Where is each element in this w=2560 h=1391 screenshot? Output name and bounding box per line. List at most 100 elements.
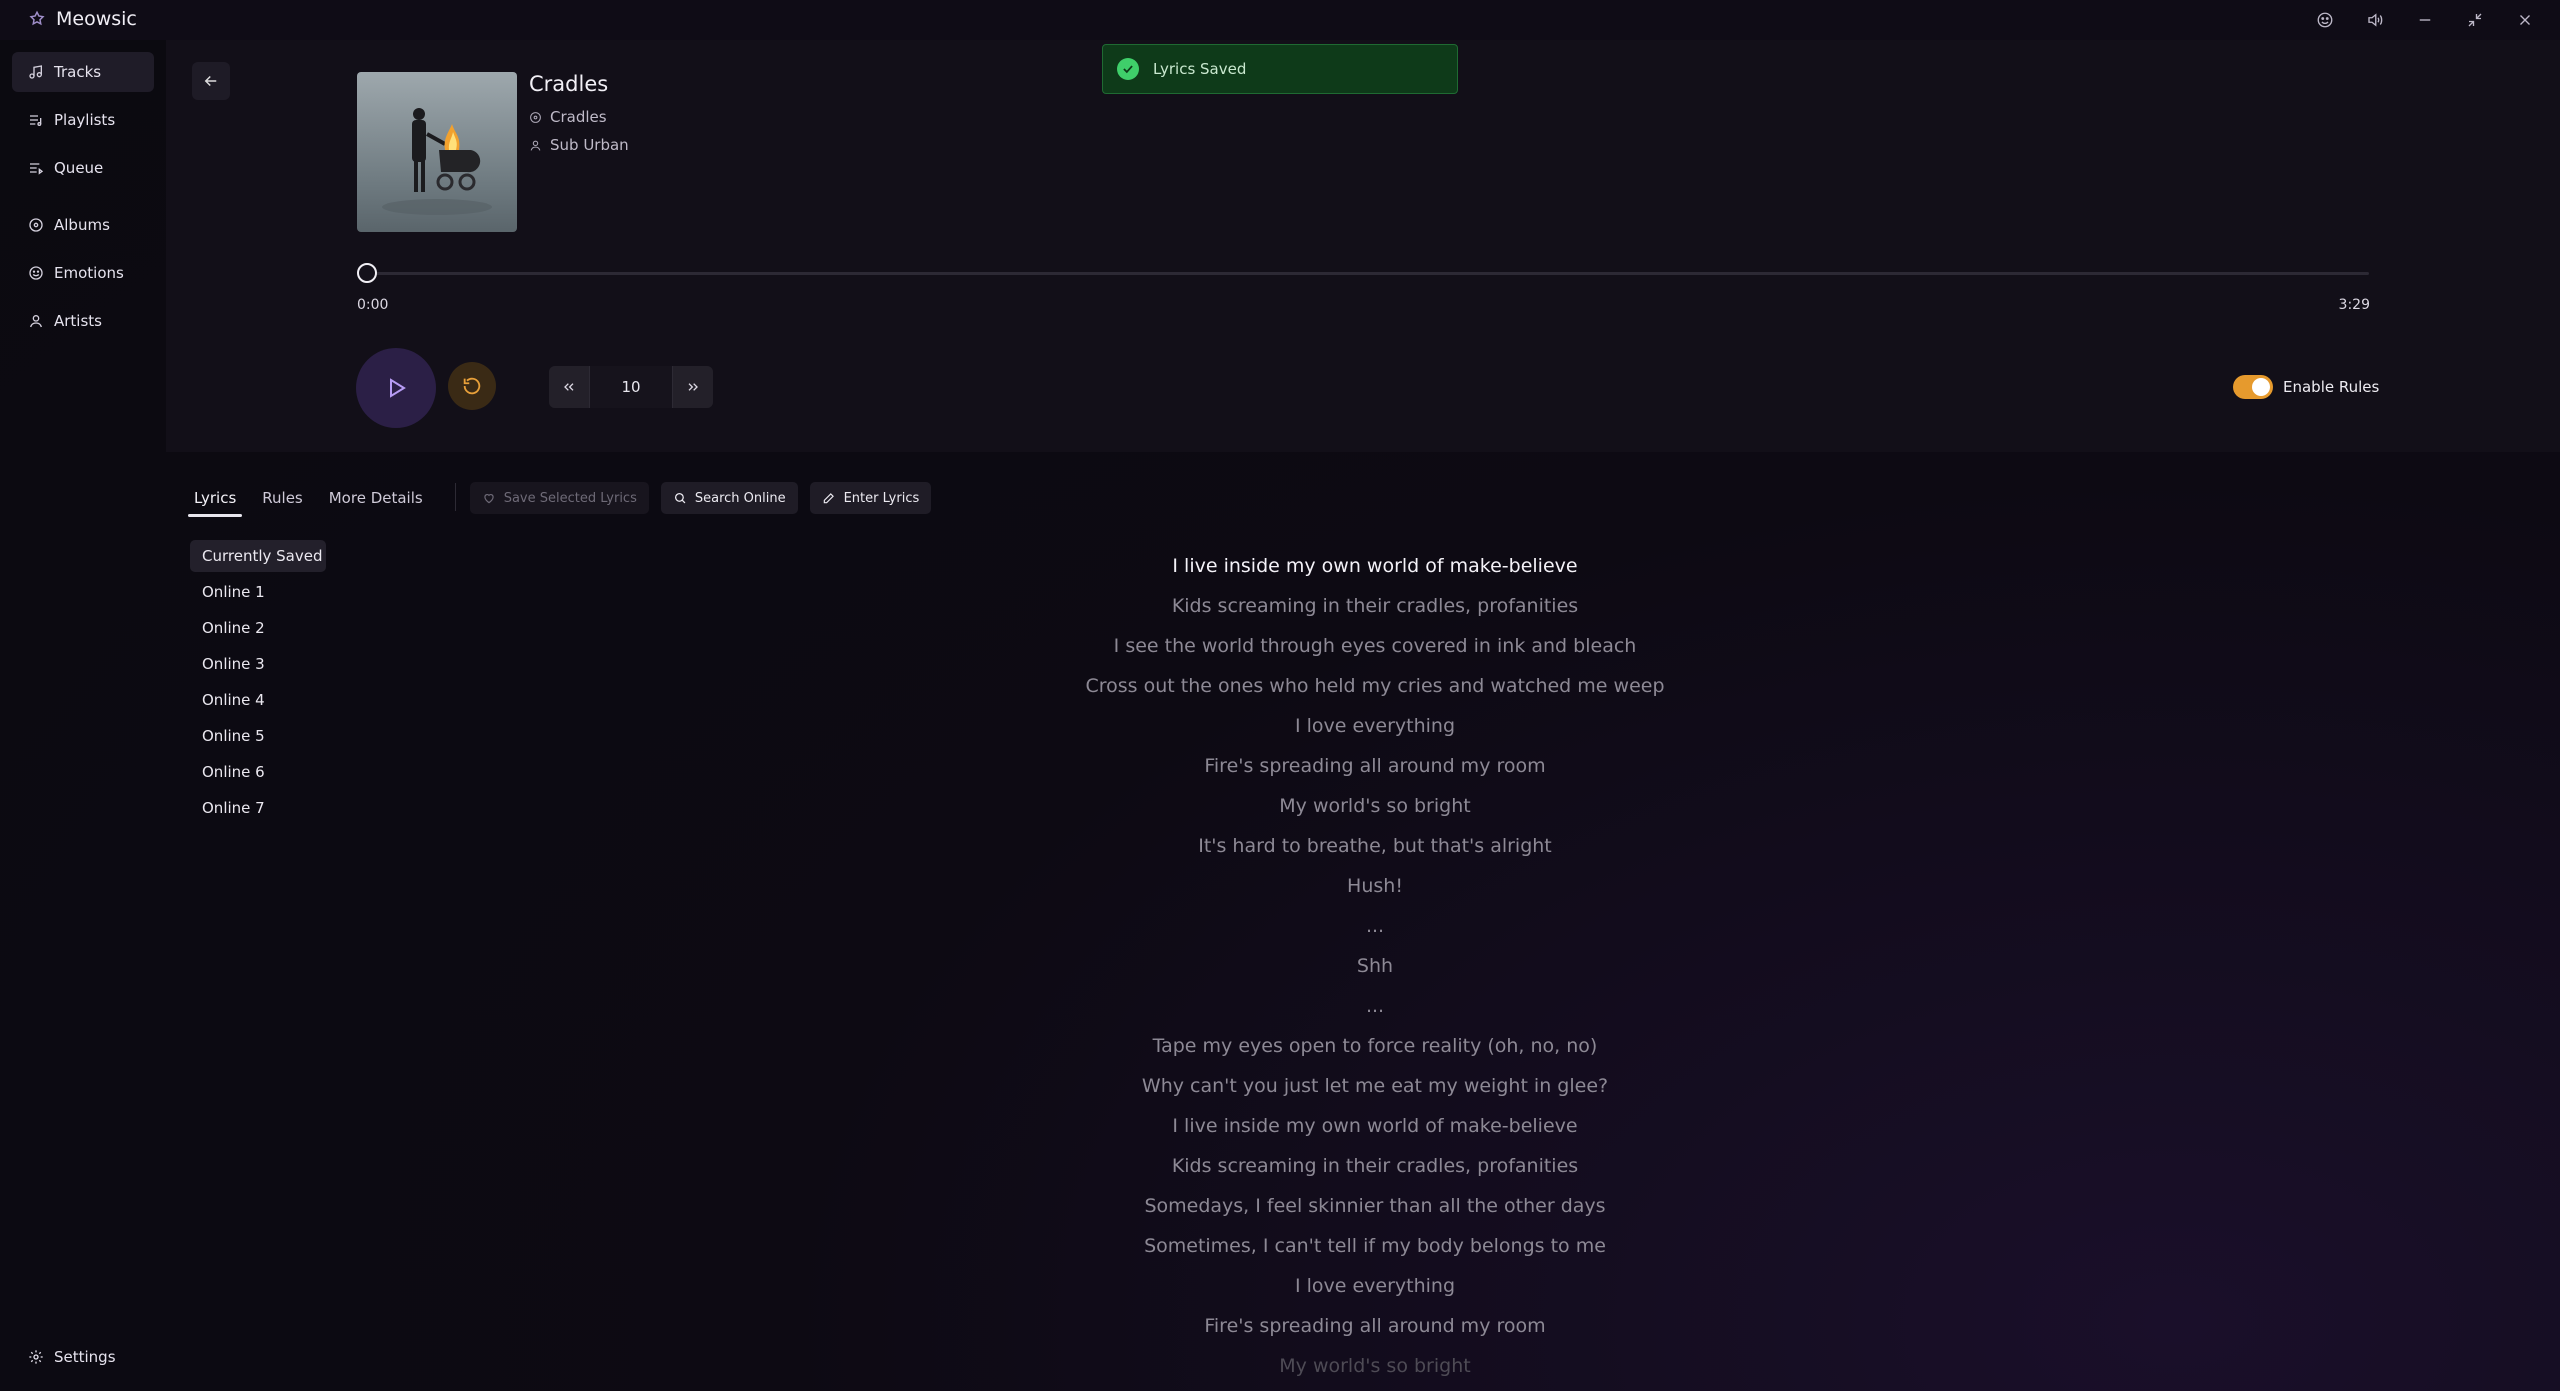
music-note-icon [29, 65, 42, 79]
lyric-line[interactable]: Sometimes, I can't tell if my body belon… [1000, 1226, 1750, 1266]
sidebar-item-queue[interactable]: Queue [12, 148, 154, 188]
sidebar-item-artists[interactable]: Artists [12, 301, 154, 341]
lyric-line[interactable]: Hush! [1000, 866, 1750, 906]
version-online-6[interactable]: Online 6 [190, 756, 326, 788]
chevrons-right-icon [688, 383, 698, 391]
lyrics-versions-list: Currently Saved Online 1 Online 2 Online… [190, 540, 326, 828]
rotate-icon [463, 377, 481, 395]
user-icon [30, 315, 42, 328]
queue-icon [30, 163, 44, 175]
sidebar-item-label: Playlists [54, 111, 116, 129]
lyrics-panel: I live inside my own world of make-belie… [1000, 546, 1750, 1386]
back-button[interactable] [192, 62, 230, 100]
search-online-label: Search Online [694, 490, 786, 506]
version-online-3[interactable]: Online 3 [190, 648, 326, 680]
playlist-icon [30, 115, 42, 126]
album-cover [357, 72, 517, 232]
lyric-line[interactable]: ... [1000, 906, 1750, 946]
disc-icon [29, 218, 43, 232]
enter-lyrics-button[interactable]: Enter Lyrics [809, 482, 932, 514]
sidebar-item-playlists[interactable]: Playlists [12, 100, 154, 140]
lyric-line[interactable]: Shh [1000, 946, 1750, 986]
enable-rules-toggle[interactable]: Enable Rules [2233, 375, 2379, 399]
lyric-line[interactable]: Fire's spreading all around my room [1000, 1306, 1750, 1346]
emoji-icon[interactable] [2306, 6, 2344, 34]
search-icon [674, 492, 686, 504]
search-online-button[interactable]: Search Online [660, 482, 798, 514]
loop-button[interactable] [448, 362, 496, 410]
toggle-switch[interactable] [2233, 375, 2273, 399]
version-currently-saved[interactable]: Currently Saved [190, 540, 326, 572]
lyric-line[interactable]: Kids screaming in their cradles, profani… [1000, 586, 1750, 626]
seek-seconds-input[interactable]: 10 [589, 366, 673, 408]
volume-icon[interactable] [2356, 6, 2394, 34]
lyric-line[interactable]: My world's so bright [1000, 1346, 1750, 1386]
track-artist: Sub Urban [550, 136, 629, 154]
lyric-line[interactable]: My world's so bright [1000, 786, 1750, 826]
gear-icon [29, 1350, 43, 1364]
save-selected-label: Save Selected Lyrics [503, 490, 637, 506]
player-panel [166, 40, 2560, 452]
save-selected-lyrics-button[interactable]: Save Selected Lyrics [469, 482, 649, 514]
check-circle-icon [1117, 58, 1139, 80]
version-online-2[interactable]: Online 2 [190, 612, 326, 644]
lyric-line[interactable]: Kids screaming in their cradles, profani… [1000, 1146, 1750, 1186]
app-title: Meowsic [28, 8, 137, 30]
arrow-left-icon [204, 75, 217, 87]
sidebar-item-emotions[interactable]: Emotions [12, 253, 154, 293]
seek-control: 10 [549, 366, 713, 408]
seek-back-button[interactable] [549, 366, 589, 408]
close-icon[interactable] [2506, 6, 2544, 34]
lyric-line[interactable]: I see the world through eyes covered in … [1000, 626, 1750, 666]
enable-rules-label: Enable Rules [2283, 378, 2380, 396]
sidebar-item-label: Emotions [54, 264, 124, 282]
progress-knob[interactable] [357, 263, 377, 283]
sidebar-item-albums[interactable]: Albums [12, 205, 154, 245]
version-online-5[interactable]: Online 5 [190, 720, 326, 752]
track-album-row[interactable]: Cradles [529, 108, 607, 126]
lyric-line[interactable]: It's hard to breathe, but that's alright [1000, 826, 1750, 866]
disc-icon [530, 111, 541, 123]
album-art-image [382, 108, 492, 215]
settings-label: Settings [54, 1348, 116, 1366]
tab-more-details[interactable]: More Details [323, 485, 429, 517]
tab-rules[interactable]: Rules [256, 485, 308, 517]
minimize-icon[interactable] [2406, 6, 2444, 34]
lyric-line[interactable]: Tape my eyes open to force reality (oh, … [1000, 1026, 1750, 1066]
sidebar-item-label: Albums [54, 216, 110, 234]
restore-icon[interactable] [2456, 6, 2494, 34]
sidebar-item-tracks[interactable]: Tracks [12, 52, 154, 92]
app-title-text: Meowsic [56, 8, 137, 30]
play-button[interactable] [356, 348, 436, 428]
version-online-7[interactable]: Online 7 [190, 792, 326, 824]
settings-button[interactable]: Settings [28, 1348, 116, 1366]
lyric-line[interactable]: Somedays, I feel skinnier than all the o… [1000, 1186, 1750, 1226]
pencil-icon [823, 493, 834, 504]
lyric-line[interactable]: I live inside my own world of make-belie… [1000, 546, 1750, 586]
toast-message: Lyrics Saved [1153, 60, 1247, 78]
play-icon [390, 378, 406, 398]
user-icon [530, 140, 541, 151]
lyric-line[interactable]: I live inside my own world of make-belie… [1000, 1106, 1750, 1146]
sidebar-item-label: Tracks [54, 63, 102, 81]
track-album: Cradles [550, 108, 607, 126]
lyric-line[interactable]: I love everything [1000, 1266, 1750, 1306]
lyric-line[interactable]: Fire's spreading all around my room [1000, 746, 1750, 786]
tab-lyrics[interactable]: Lyrics [188, 485, 243, 517]
lyric-line[interactable]: Why can't you just let me eat my weight … [1000, 1066, 1750, 1106]
smiley-icon [29, 266, 43, 280]
app-logo-icon [29, 10, 45, 26]
lyric-line[interactable]: Cross out the ones who held my cries and… [1000, 666, 1750, 706]
version-online-1[interactable]: Online 1 [190, 576, 326, 608]
enter-lyrics-label: Enter Lyrics [843, 490, 920, 506]
track-artist-row[interactable]: Sub Urban [529, 136, 629, 154]
progress-bar[interactable] [367, 272, 2369, 275]
sidebar: Tracks Playlists Queue Albums Emotions A… [0, 40, 166, 1391]
lyric-line[interactable]: I love everything [1000, 706, 1750, 746]
total-time: 3:29 [2338, 297, 2370, 313]
lyric-line[interactable]: ... [1000, 986, 1750, 1026]
version-online-4[interactable]: Online 4 [190, 684, 326, 716]
toast-notification: Lyrics Saved [1102, 44, 1458, 94]
seek-forward-button[interactable] [673, 366, 713, 408]
tab-bar: Lyrics Rules More Details Save Selected … [188, 482, 943, 520]
